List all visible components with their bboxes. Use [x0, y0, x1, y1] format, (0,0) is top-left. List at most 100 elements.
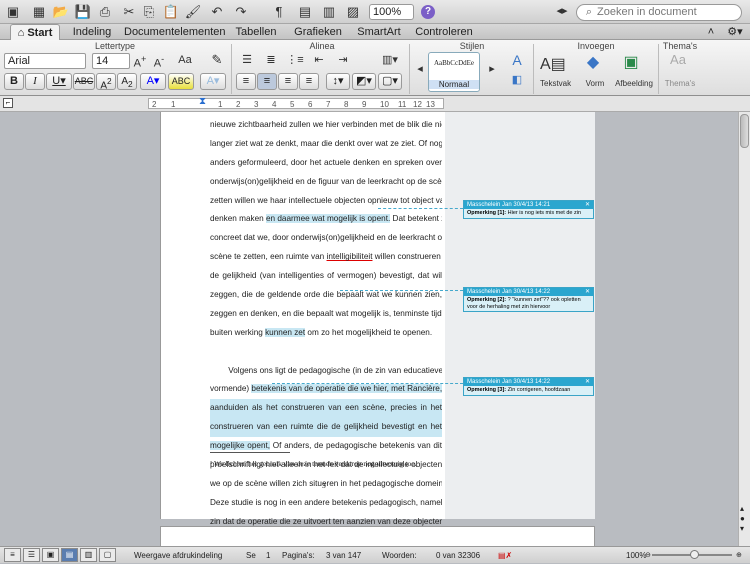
align-right-button[interactable]: ≡	[278, 73, 298, 90]
highlight-button[interactable]: ABC	[168, 73, 194, 90]
underline-button[interactable]: U▾	[46, 73, 72, 90]
browse-object-icon[interactable]: ●	[740, 514, 745, 523]
search-options-icon[interactable]: ◂▸	[553, 3, 571, 20]
open-icon[interactable]: 📂	[52, 3, 70, 20]
format-painter-icon[interactable]: 🖌	[184, 3, 202, 20]
manage-styles-icon[interactable]: ◧	[507, 73, 527, 86]
gear-icon[interactable]: ⚙▾	[724, 24, 746, 40]
font-color-button[interactable]: A▾	[140, 73, 166, 90]
align-center-button[interactable]: ≡	[257, 73, 277, 90]
close-icon[interactable]: ✕	[585, 288, 590, 296]
search-input[interactable]: Zoeken in document	[576, 4, 742, 21]
comment-balloon[interactable]: Masschelein Jan 30/4/13 14:22 ✕ Opmerkin…	[463, 377, 594, 396]
templates-icon[interactable]: ▦	[30, 3, 48, 20]
tab-grafieken[interactable]: Grafieken	[290, 24, 346, 40]
zoom-out-icon[interactable]: ⊖	[645, 547, 651, 564]
multilevel-list-icon[interactable]: ⋮≡	[286, 53, 304, 66]
horizontal-ruler[interactable]: 2 1 1 2 3 4 5 6 7 8 9 10 11 12 13 14 15 …	[148, 96, 444, 109]
scroll-up-icon[interactable]: ▴	[740, 504, 744, 513]
columns-icon[interactable]: ▥▾	[378, 53, 402, 66]
pilcrow-icon[interactable]: ¶	[270, 3, 288, 20]
text-effects-button[interactable]: A▾	[200, 73, 226, 90]
misspelled-word[interactable]: intelligibiliteit	[327, 252, 373, 261]
redo-icon[interactable]: ↷	[232, 3, 250, 20]
print-icon[interactable]: ⎙	[96, 3, 114, 20]
paste-icon[interactable]: 📋	[162, 3, 180, 20]
zoom-select[interactable]: 100%	[369, 4, 414, 20]
tab-documentelementen[interactable]: Documentelementen	[124, 24, 226, 40]
tab-stop-icon[interactable]: ⌐	[3, 98, 13, 108]
justify-button[interactable]: ≡	[299, 73, 319, 90]
subscript-button[interactable]: A2	[117, 73, 137, 90]
line-spacing-button[interactable]: ↕▾	[326, 73, 350, 90]
strikethrough-button[interactable]: ABC	[73, 73, 95, 90]
tab-start[interactable]: ⌂ Start	[10, 24, 60, 40]
tab-smartart[interactable]: SmartArt	[352, 24, 406, 40]
sidebar-icon[interactable]: ▤	[296, 3, 314, 20]
commented-text[interactable]: kunnen zet	[265, 327, 306, 337]
cut-icon[interactable]: ✂	[120, 3, 138, 20]
tab-controleren[interactable]: Controleren	[412, 24, 476, 40]
decrease-indent-icon[interactable]: ⇤	[310, 53, 328, 66]
comment-balloon[interactable]: Masschelein Jan 30/4/13 14:22 ✕ Opmerkin…	[463, 287, 594, 312]
outline-view-icon[interactable]: ☰	[23, 548, 40, 562]
tab-indeling[interactable]: Indeling	[66, 24, 118, 40]
scroll-left-icon[interactable]: ◂	[414, 62, 426, 75]
themes-label[interactable]: Thema's	[660, 79, 700, 88]
scroll-down-icon[interactable]: ▾	[740, 524, 744, 533]
focus-view-icon[interactable]: ▢	[99, 548, 116, 562]
textbox-label[interactable]: Tekstvak	[540, 79, 571, 88]
zoom-slider[interactable]	[652, 550, 732, 559]
indent-marker-icon[interactable]: ⧗	[199, 96, 206, 107]
publishing-view-icon[interactable]: ▣	[42, 548, 59, 562]
shape-label[interactable]: Vorm	[580, 79, 610, 88]
style-gallery-normaal[interactable]: AaBbCcDdEe Normaal	[428, 52, 480, 92]
close-icon[interactable]: ✕	[585, 378, 590, 386]
vertical-scrollbar[interactable]: ▴ ● ▾	[738, 112, 750, 546]
italic-button[interactable]: I	[25, 73, 45, 90]
numbering-icon[interactable]: ≣	[262, 53, 280, 66]
bullets-icon[interactable]: ☰	[238, 53, 256, 66]
save-icon[interactable]: 💾	[74, 3, 92, 20]
draft-view-icon[interactable]: ≡	[4, 548, 21, 562]
gallery-icon[interactable]: ▥	[320, 3, 338, 20]
increase-indent-icon[interactable]: ⇥	[334, 53, 352, 66]
next-page[interactable]	[160, 526, 595, 546]
zoom-slider-knob[interactable]	[690, 550, 699, 559]
document-body[interactable]: nieuwe zichtbaarheid zullen we hier verb…	[210, 116, 442, 532]
borders-button[interactable]: ▢▾	[378, 73, 402, 90]
shape-icon[interactable]: ◆	[582, 52, 604, 72]
spelling-error-icon[interactable]: ▤✗	[498, 547, 512, 564]
commented-text[interactable]: mogelijke opent,	[210, 441, 271, 451]
clear-formatting-icon[interactable]: ✎	[208, 52, 226, 68]
scroll-right-icon[interactable]: ▸	[486, 62, 498, 75]
superscript-button[interactable]: A2	[96, 73, 116, 91]
notebook-view-icon[interactable]: ▥	[80, 548, 97, 562]
bold-button[interactable]: B	[4, 73, 24, 90]
commented-text[interactable]: aanduiden als het construeren van een sc…	[210, 399, 442, 419]
new-document-icon[interactable]: ▣	[4, 3, 22, 20]
grow-font-icon[interactable]: A+	[133, 54, 147, 70]
change-case-icon[interactable]: Aa	[178, 54, 192, 66]
picture-label[interactable]: Afbeelding	[612, 79, 656, 88]
textbox-icon[interactable]: A▤	[540, 54, 566, 74]
collapse-ribbon-icon[interactable]: ˄	[704, 24, 718, 40]
print-layout-view-icon[interactable]: ▤	[61, 548, 78, 562]
shading-button[interactable]: ◩▾	[352, 73, 376, 90]
align-left-button[interactable]: ≡	[236, 73, 256, 90]
shrink-font-icon[interactable]: A-	[152, 54, 166, 70]
styles-pane-icon[interactable]: A	[507, 52, 527, 68]
help-icon[interactable]: ?	[421, 5, 435, 19]
scroll-thumb[interactable]	[740, 114, 749, 148]
tab-tabellen[interactable]: Tabellen	[228, 24, 284, 40]
picture-icon[interactable]: ▣	[620, 52, 642, 72]
zoom-in-icon[interactable]: ⊕	[736, 547, 742, 564]
font-size-select[interactable]: 14	[92, 53, 130, 69]
font-name-select[interactable]: Arial	[4, 53, 86, 69]
copy-icon[interactable]: ⎘	[140, 3, 158, 20]
commented-text[interactable]: en daarmee wat mogelijk is opent.	[266, 214, 391, 224]
toolbox-icon[interactable]: ▨	[344, 3, 362, 20]
comment-balloon[interactable]: Masschelein Jan 30/4/13 14:21 ✕ Opmerkin…	[463, 200, 594, 219]
commented-text[interactable]: betekenis van de operatie die we hier, m…	[251, 384, 442, 394]
undo-icon[interactable]: ↶	[208, 3, 226, 20]
